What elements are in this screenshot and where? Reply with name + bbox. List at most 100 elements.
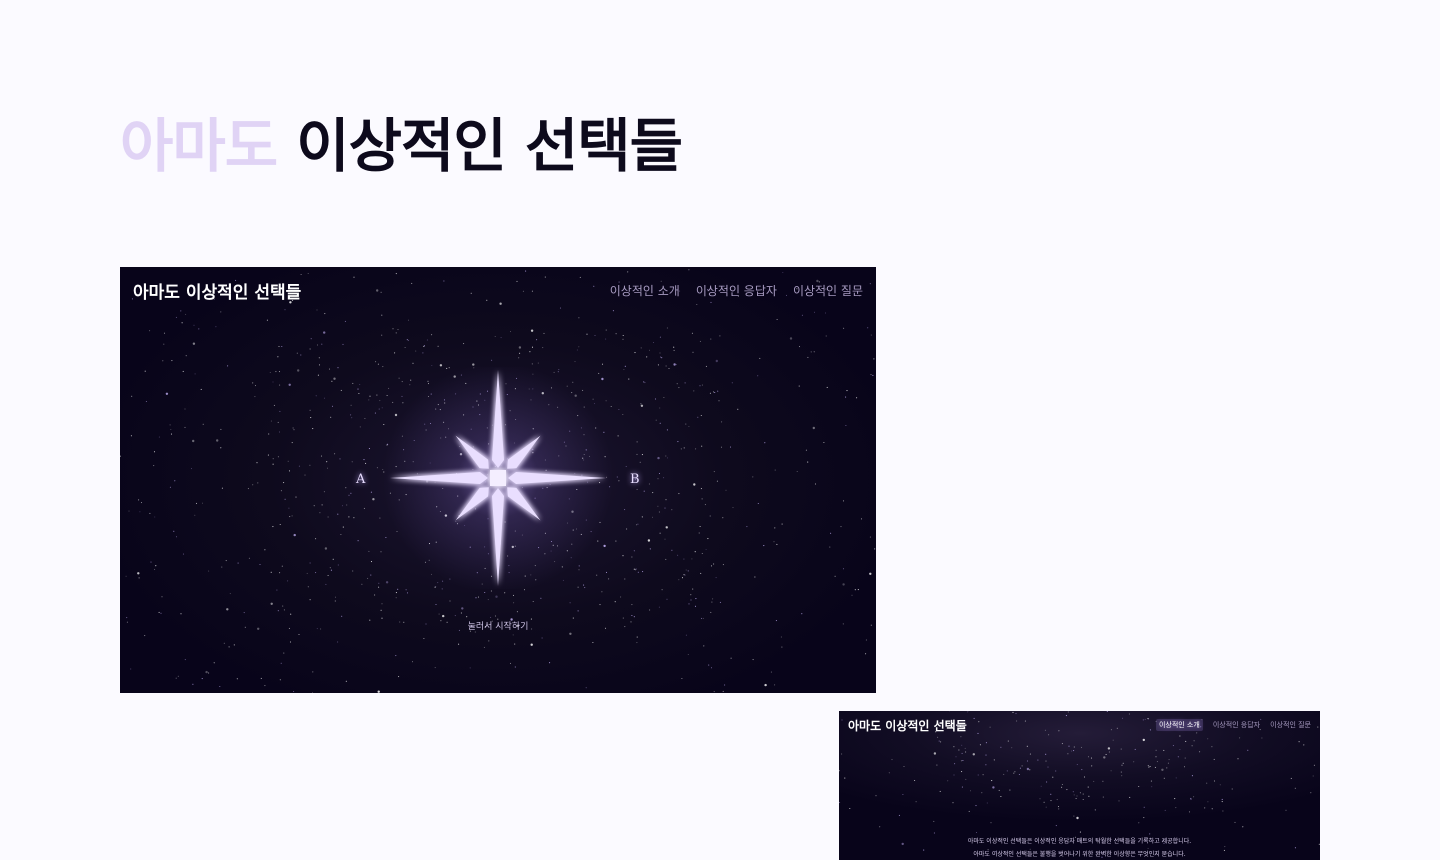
star <box>695 598 697 600</box>
choice-b-label[interactable]: B <box>630 472 640 487</box>
star <box>1231 788 1233 790</box>
star <box>1057 806 1060 808</box>
star <box>729 446 732 448</box>
star <box>617 435 619 437</box>
star <box>776 543 778 545</box>
hero-header: 아마도 이상적인 선택들 이상적인 소개 이상적인 응답자 이상적인 질문 <box>120 267 876 313</box>
star <box>688 603 690 605</box>
star <box>1007 740 1009 742</box>
star <box>1029 769 1031 771</box>
star <box>752 659 754 661</box>
star <box>1150 780 1152 782</box>
star <box>953 746 955 748</box>
nav-item-question[interactable]: 이상적인 질문 <box>793 282 863 299</box>
star <box>947 780 949 782</box>
star <box>654 398 657 400</box>
star <box>574 361 576 363</box>
hero-brand-logo[interactable]: 아마도 이상적인 선택들 <box>133 278 301 303</box>
star <box>370 561 373 563</box>
star <box>213 662 215 664</box>
star <box>449 600 451 602</box>
star <box>637 571 639 573</box>
start-button[interactable]: 눌러서 시작하기 <box>120 619 876 632</box>
star <box>346 504 348 506</box>
star <box>337 641 339 643</box>
star <box>435 603 437 606</box>
star <box>865 653 867 655</box>
star <box>666 457 669 459</box>
star <box>719 335 721 337</box>
star <box>163 343 165 345</box>
star <box>279 384 281 386</box>
star <box>874 548 876 550</box>
star <box>979 744 981 746</box>
star <box>140 502 143 504</box>
star <box>710 338 712 340</box>
star <box>712 598 714 600</box>
star <box>635 524 638 526</box>
star <box>690 599 692 601</box>
star <box>692 588 694 590</box>
star <box>395 597 397 599</box>
star <box>605 329 607 331</box>
intro-brand-logo[interactable]: 아마도 이상적인 선택들 <box>848 717 967 734</box>
choice-a-label[interactable]: A <box>356 472 365 487</box>
star <box>807 461 809 463</box>
star <box>903 765 905 768</box>
star <box>1087 786 1089 788</box>
star <box>359 426 361 428</box>
star <box>1190 798 1192 800</box>
star <box>331 380 333 382</box>
star <box>158 436 160 438</box>
star <box>975 831 978 834</box>
star <box>138 499 140 501</box>
star <box>198 328 200 330</box>
star <box>304 474 306 476</box>
star <box>321 504 323 506</box>
star <box>872 374 874 376</box>
star <box>634 569 636 571</box>
star <box>648 483 650 485</box>
star <box>277 356 279 358</box>
star <box>1221 798 1223 800</box>
star <box>351 461 353 463</box>
star <box>1285 809 1287 811</box>
star <box>254 396 256 398</box>
nav-item-question[interactable]: 이상적인 질문 <box>1270 720 1311 730</box>
nav-item-respondent[interactable]: 이상적인 응답자 <box>696 282 777 299</box>
star <box>341 505 344 507</box>
star <box>323 331 326 334</box>
star <box>407 319 410 321</box>
star <box>229 593 231 595</box>
star <box>671 549 673 551</box>
star <box>175 316 177 318</box>
star <box>711 601 713 603</box>
star <box>1164 809 1166 811</box>
star <box>614 601 616 603</box>
star <box>998 789 1000 791</box>
star <box>825 335 827 337</box>
star <box>1073 815 1075 817</box>
star <box>814 483 817 485</box>
star <box>844 777 846 779</box>
star <box>268 433 270 435</box>
intro-header: 아마도 이상적인 선택들 이상적인 소개 이상적인 응답자 이상적인 질문 <box>839 711 1320 739</box>
star <box>1191 775 1193 777</box>
nav-item-respondent[interactable]: 이상적인 응답자 <box>1213 720 1260 730</box>
star <box>412 362 414 364</box>
star <box>992 786 995 789</box>
star <box>1021 765 1023 767</box>
star <box>185 355 187 357</box>
star <box>423 637 425 640</box>
page-title-accent: 아마도 <box>120 112 278 180</box>
star <box>311 692 314 693</box>
star <box>264 685 266 687</box>
star <box>509 662 512 664</box>
star <box>1050 793 1052 795</box>
star <box>1294 787 1296 789</box>
star <box>1179 748 1181 751</box>
nav-item-intro[interactable]: 이상적인 소개 <box>610 282 680 299</box>
star <box>754 576 756 578</box>
nav-item-intro-active[interactable]: 이상적인 소개 <box>1155 719 1203 731</box>
compass-star-icon[interactable] <box>379 367 617 589</box>
